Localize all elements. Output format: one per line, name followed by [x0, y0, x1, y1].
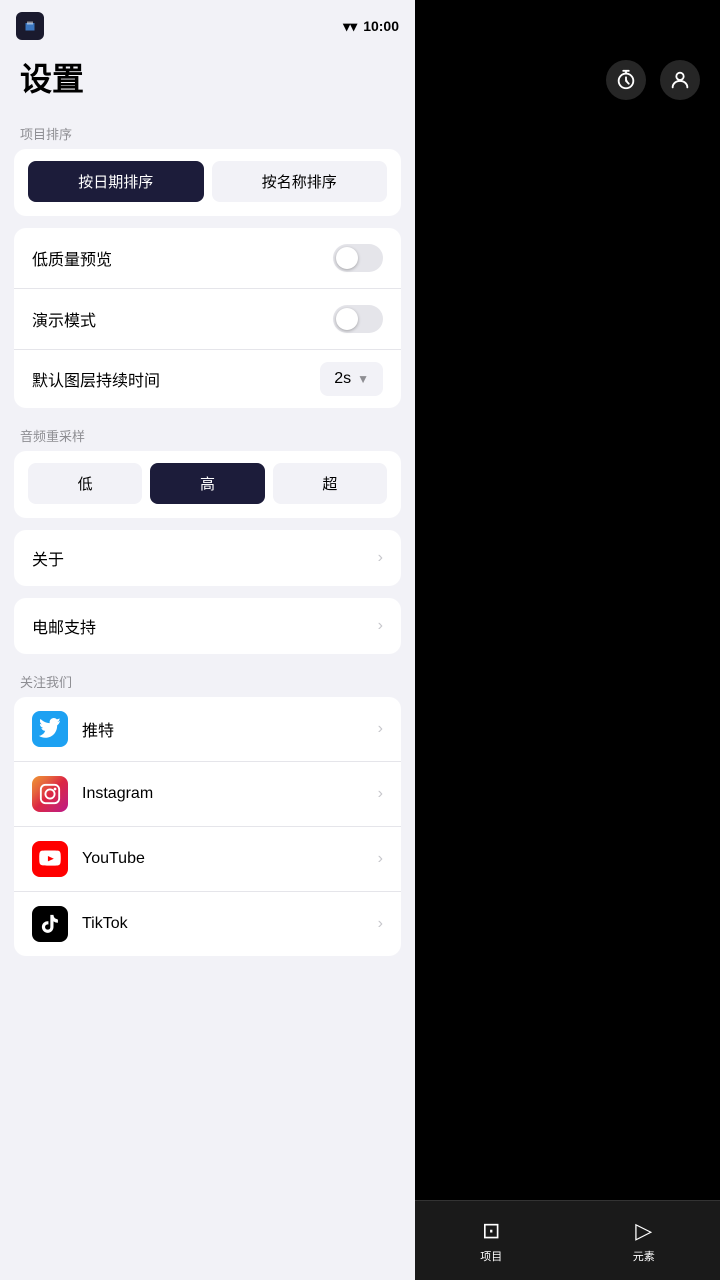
status-right: ▾▾ 10:00	[343, 18, 399, 35]
sort-buttons-container: 按日期排序 按名称排序	[14, 149, 401, 216]
right-panel: ⊡ 项目 ▷ 元素	[415, 0, 720, 1280]
youtube-chevron-icon: ›	[378, 850, 383, 868]
instagram-label: Instagram	[82, 785, 153, 803]
tiktok-row[interactable]: TikTok ›	[14, 892, 401, 956]
chevron-down-icon: ▼	[357, 372, 369, 386]
instagram-row-left: Instagram	[32, 776, 153, 812]
time-display: 10:00	[363, 18, 399, 34]
default-layer-duration-value: 2s	[334, 370, 351, 388]
twitter-row-left: 推特	[32, 711, 114, 747]
audio-resample-card: 低 高 超	[14, 451, 401, 518]
youtube-row[interactable]: YouTube ›	[14, 827, 401, 892]
projects-tab[interactable]: ⊡ 项目	[415, 1201, 568, 1280]
follow-us-label: 关注我们	[0, 666, 415, 697]
email-support-row-left: 电邮支持	[32, 614, 96, 638]
projects-tab-icon: ⊡	[482, 1218, 500, 1244]
sort-by-date-button[interactable]: 按日期排序	[28, 161, 204, 202]
email-support-chevron-icon: ›	[378, 617, 383, 635]
email-support-label: 电邮支持	[32, 614, 96, 638]
quality-ultra-button[interactable]: 超	[273, 463, 387, 504]
twitter-icon	[32, 711, 68, 747]
demo-mode-label: 演示模式	[32, 307, 96, 331]
email-support-row[interactable]: 电邮支持 ›	[14, 598, 401, 654]
email-support-card: 电邮支持 ›	[14, 598, 401, 654]
sort-by-name-button[interactable]: 按名称排序	[212, 161, 388, 202]
low-quality-preview-label: 低质量预览	[32, 246, 112, 270]
page-title: 设置	[0, 44, 415, 118]
twitter-chevron-icon: ›	[378, 720, 383, 738]
app-icon	[16, 12, 44, 40]
sort-section-label: 项目排序	[0, 118, 415, 149]
elements-tab-label: 元素	[633, 1248, 655, 1264]
toggle-section-card: 低质量预览 演示模式 默认图层持续时间 2s ▼	[14, 228, 401, 408]
audio-resample-label: 音频重采样	[0, 420, 415, 451]
quality-low-button[interactable]: 低	[28, 463, 142, 504]
tiktok-chevron-icon: ›	[378, 915, 383, 933]
instagram-row[interactable]: Instagram ›	[14, 762, 401, 827]
status-bar: ▾▾ 10:00	[0, 0, 415, 44]
youtube-icon	[32, 841, 68, 877]
sort-section-card: 按日期排序 按名称排序	[14, 149, 401, 216]
youtube-row-left: YouTube	[32, 841, 145, 877]
settings-panel: ▾▾ 10:00 设置 项目排序 按日期排序 按名称排序 低质量预览 演示模式 …	[0, 0, 415, 1280]
right-bottom-tabs: ⊡ 项目 ▷ 元素	[415, 1200, 720, 1280]
twitter-row[interactable]: 推特 ›	[14, 697, 401, 762]
low-quality-preview-row: 低质量预览	[14, 228, 401, 289]
about-row-left: 关于	[32, 546, 64, 570]
about-label: 关于	[32, 546, 64, 570]
quality-buttons-container: 低 高 超	[14, 451, 401, 518]
instagram-icon	[32, 776, 68, 812]
follow-us-card: 推特 › Instagram ›	[14, 697, 401, 956]
low-quality-preview-toggle[interactable]	[333, 244, 383, 272]
demo-mode-toggle[interactable]	[333, 305, 383, 333]
default-layer-duration-row: 默认图层持续时间 2s ▼	[14, 350, 401, 408]
timer-icon-button[interactable]	[606, 60, 646, 100]
projects-tab-label: 项目	[480, 1248, 502, 1264]
about-row[interactable]: 关于 ›	[14, 530, 401, 586]
default-layer-duration-label: 默认图层持续时间	[32, 367, 160, 391]
youtube-label: YouTube	[82, 850, 145, 868]
about-card: 关于 ›	[14, 530, 401, 586]
status-left	[16, 12, 44, 40]
twitter-label: 推特	[82, 717, 114, 741]
default-layer-duration-select[interactable]: 2s ▼	[320, 362, 383, 396]
right-top-icons	[606, 60, 700, 100]
quality-high-button[interactable]: 高	[150, 463, 264, 504]
tiktok-icon	[32, 906, 68, 942]
demo-mode-row: 演示模式	[14, 289, 401, 350]
tiktok-label: TikTok	[82, 915, 128, 933]
elements-tab-icon: ▷	[635, 1218, 652, 1244]
tiktok-row-left: TikTok	[32, 906, 128, 942]
profile-icon-button[interactable]	[660, 60, 700, 100]
about-chevron-icon: ›	[378, 549, 383, 567]
wifi-icon: ▾▾	[343, 18, 357, 35]
instagram-chevron-icon: ›	[378, 785, 383, 803]
elements-tab[interactable]: ▷ 元素	[568, 1201, 720, 1280]
